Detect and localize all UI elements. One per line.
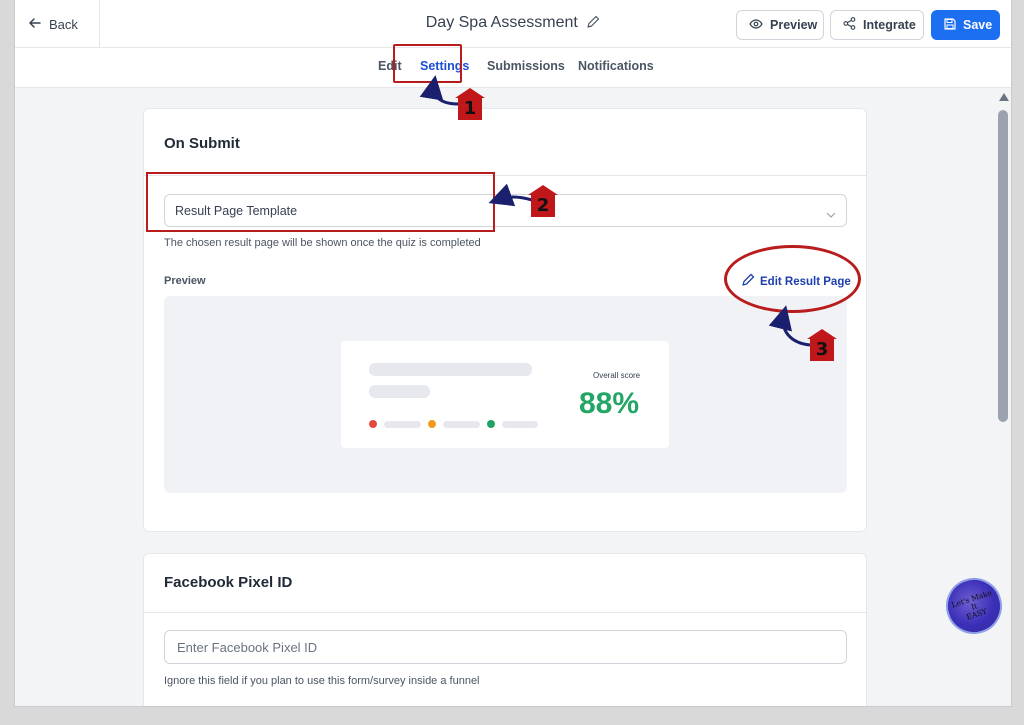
placeholder-bar bbox=[502, 421, 538, 428]
tab-settings[interactable]: Settings bbox=[420, 59, 469, 73]
facebook-pixel-title: Facebook Pixel ID bbox=[164, 574, 293, 591]
annotation-badge-3: 3 bbox=[807, 329, 837, 361]
pencil-icon[interactable] bbox=[586, 15, 600, 34]
status-dot-orange bbox=[428, 420, 436, 428]
arrow-left-icon bbox=[29, 17, 41, 32]
tab-edit[interactable]: Edit bbox=[378, 59, 402, 73]
floppy-disk-icon bbox=[944, 17, 956, 33]
app-window: Back Day Spa Assessment Preview Integrat… bbox=[14, 0, 1012, 707]
save-button[interactable]: Save bbox=[931, 10, 1000, 40]
annotation-badge-2: 2 bbox=[528, 185, 558, 217]
status-dot-red bbox=[369, 420, 377, 428]
chevron-down-icon bbox=[826, 207, 836, 221]
scroll-up-arrow[interactable] bbox=[999, 93, 1009, 101]
select-value: Result Page Template bbox=[175, 203, 298, 218]
tab-submissions[interactable]: Submissions bbox=[487, 59, 565, 73]
facebook-pixel-card: Facebook Pixel ID Enter Facebook Pixel I… bbox=[143, 553, 867, 706]
placeholder-bar bbox=[369, 385, 430, 398]
integrate-label: Integrate bbox=[863, 18, 916, 32]
status-dot-green bbox=[487, 420, 495, 428]
integrate-button[interactable]: Integrate bbox=[830, 10, 924, 40]
pencil-icon bbox=[741, 273, 755, 290]
result-preview-box: Overall score 88% bbox=[164, 296, 847, 493]
tab-notifications[interactable]: Notifications bbox=[578, 59, 654, 73]
placeholder-bar bbox=[369, 363, 532, 376]
tab-bar: Edit Settings Submissions Notifications bbox=[15, 48, 1011, 88]
on-submit-card: On Submit Result Page Template The chose… bbox=[143, 108, 867, 532]
edit-result-page-link[interactable]: Edit Result Page bbox=[741, 273, 851, 290]
card-divider bbox=[144, 612, 866, 613]
facebook-pixel-input[interactable]: Enter Facebook Pixel ID bbox=[164, 630, 847, 664]
card-divider bbox=[144, 175, 866, 176]
placeholder-bar bbox=[384, 421, 421, 428]
eye-icon bbox=[749, 18, 763, 32]
preview-section-label: Preview bbox=[164, 275, 206, 287]
on-submit-title: On Submit bbox=[164, 135, 240, 152]
top-header: Back Day Spa Assessment Preview Integrat… bbox=[15, 0, 1011, 48]
edit-link-label: Edit Result Page bbox=[760, 275, 851, 288]
overall-score-value: 88% bbox=[579, 387, 640, 420]
overall-score-label: Overall score bbox=[593, 371, 641, 380]
save-label: Save bbox=[963, 18, 993, 32]
select-helper-text: The chosen result page will be shown onc… bbox=[164, 237, 481, 249]
preview-label: Preview bbox=[770, 18, 818, 32]
annotation-badge-1: 1 bbox=[455, 88, 485, 120]
scrollbar-thumb[interactable] bbox=[998, 110, 1008, 422]
back-button[interactable]: Back bbox=[15, 0, 100, 48]
preview-button[interactable]: Preview bbox=[736, 10, 824, 40]
form-title: Day Spa Assessment bbox=[425, 14, 578, 31]
share-icon bbox=[843, 17, 856, 33]
result-preview-card: Overall score 88% bbox=[341, 341, 669, 448]
placeholder-bar bbox=[443, 421, 480, 428]
result-page-select[interactable]: Result Page Template bbox=[164, 194, 847, 227]
back-label: Back bbox=[49, 16, 78, 32]
facebook-pixel-placeholder: Enter Facebook Pixel ID bbox=[177, 639, 318, 655]
facebook-pixel-helper: Ignore this field if you plan to use thi… bbox=[164, 675, 480, 687]
